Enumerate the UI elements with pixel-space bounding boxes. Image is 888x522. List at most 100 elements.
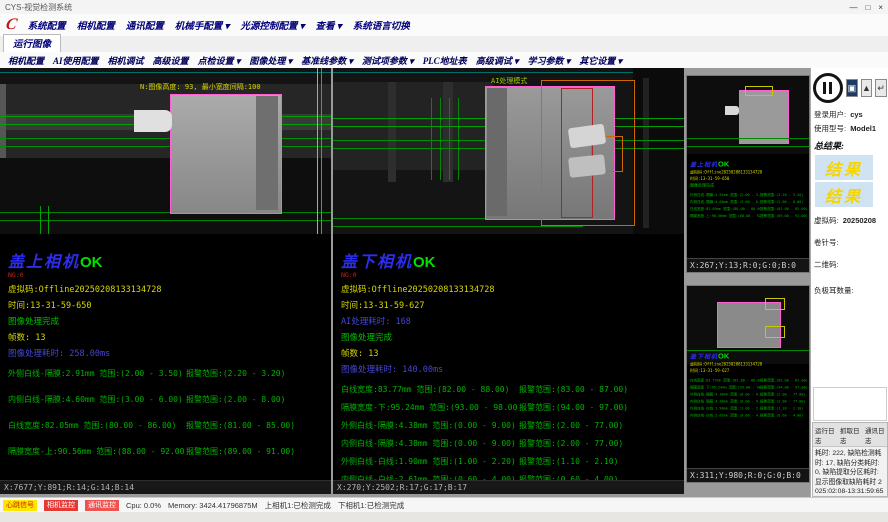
ruler-line-yellow — [317, 68, 318, 234]
pause-icon[interactable] — [813, 73, 843, 103]
alarm-range: 报警范围:(81.00 - 85.00) — [186, 420, 295, 431]
maximize-button[interactable]: □ — [865, 3, 870, 12]
measurement-row: 外侧白线-白线:1.90mm 范围:(1.00 - 2.20) 报警范围:(1.… — [341, 456, 682, 467]
ruler-mark-yellow — [745, 86, 773, 96]
menu-view[interactable]: 查看 ▾ — [316, 18, 342, 32]
log-tab-comm[interactable]: 通讯日志 — [865, 425, 885, 445]
cell-shade — [487, 88, 507, 216]
roi-red-rect — [561, 88, 593, 218]
measure-label: 内侧白线-隔膜:4.38mm 范围:(0.00 - 9.00) — [690, 399, 760, 404]
virtual-code: 虚拟码:Offline20250208133134728 — [690, 362, 800, 368]
tool-spot-check[interactable]: 点检设置 ▾ — [198, 54, 241, 67]
frame-count: 帧数: 13 — [8, 331, 329, 343]
measurement-row: 内侧白线-隔膜:4.60mm 范围:(3.00 - 6.00) 报警范围:(2.… — [8, 394, 329, 405]
camera-monitor-badge: 相机监控 — [44, 500, 78, 511]
measure-line-vertical — [449, 98, 450, 180]
preview-overlay-bottom: 盖下相机OK 虚拟码:Offline20250208133134728 时间:1… — [690, 352, 800, 420]
model-value: Model1 — [850, 124, 876, 133]
alarm-range: 报警范围:(0.60 - 4.00) — [760, 413, 804, 418]
needle-label: 卷针号: — [814, 238, 839, 247]
measure-line-vertical — [48, 206, 49, 234]
timestamp: 时间:13-31-59-650 — [8, 299, 329, 311]
status-bar: 心跳信号 相机监控 通讯监控 Cpu: 0.0% Memory: 3424.41… — [0, 497, 888, 512]
menu-light-config[interactable]: 光源控制配置 ▾ — [240, 18, 304, 32]
measure-label: 外侧白线-白线:1.90mm 范围:(1.00 - 2.20) — [341, 456, 519, 467]
scene-annotation: N:图像高度: 93, 最小宽度间隔:100 — [140, 82, 261, 92]
menu-bar: C 系统配置 相机配置 通讯配置 机械手配置 ▾ 光源控制配置 ▾ 查看 ▾ 系… — [0, 14, 888, 36]
process-done: 图像处理完成 — [690, 183, 800, 189]
login-user-value: cys — [850, 110, 863, 119]
machine-strut — [388, 82, 396, 182]
sub-label: NG:0 — [341, 271, 682, 279]
window-controls: — □ × — [849, 3, 883, 12]
connector-part — [134, 110, 172, 132]
measurement-row: 外侧白线-隔膜:4.38mm 范围:(0.00 - 9.00) 报警范围:(2.… — [341, 420, 682, 431]
process-done: 图像处理完成 — [341, 331, 682, 343]
arrow-up-icon[interactable]: ▲ — [861, 79, 873, 97]
measure-label: 外侧白线-隔膜:2.91mm 范围:(2.00 - 3.50) — [690, 193, 760, 198]
camera-view-bottom[interactable]: AI处理模式 盖下相机OK NG:0 虚拟码:Offline2025020813… — [333, 68, 684, 494]
log-tab-grab[interactable]: 抓取日志 — [840, 425, 860, 445]
ruler-mark-yellow — [765, 326, 785, 338]
measure-line — [333, 226, 583, 227]
pixel-coordinate-bar: X:7677;Y:891;R:14;G:14;B:14 — [0, 480, 331, 494]
menu-system-config[interactable]: 系统配置 — [28, 18, 66, 32]
log-panel: 运行日志 抓取日志 通讯日志 耗时: 222, 缺陷检测耗时: 17, 缺陷分类… — [812, 422, 888, 497]
tool-advanced-settings[interactable]: 高级设置 — [153, 54, 189, 67]
camera-trigger-icon[interactable]: ▣ — [846, 79, 858, 97]
menu-robot-config[interactable]: 机械手配置 ▾ — [175, 18, 230, 32]
preview-thumbnail-bottom[interactable]: 盖下相机OK 虚拟码:Offline20250208133134728 时间:1… — [686, 285, 810, 483]
log-tab-run[interactable]: 运行日志 — [815, 425, 835, 445]
ai-time: AI处理耗时: 168 — [341, 315, 682, 327]
alarm-range: 报警范围:(1.10 - 2.10) — [519, 456, 618, 467]
tool-image-processing[interactable]: 图像处理 ▾ — [249, 54, 292, 67]
tool-test-params[interactable]: 测试项参数 ▾ — [362, 54, 414, 67]
menu-comm-config[interactable]: 通讯配置 — [126, 18, 164, 32]
tool-advanced-debug[interactable]: 高级调试 ▾ — [476, 54, 519, 67]
alarm-range: 报警范围:(2.00 - 8.00) — [760, 200, 804, 205]
measure-label: 白线宽度:82.05mm 范围:(80.00 - 86.00) — [690, 207, 760, 212]
status-ok: OK — [80, 254, 103, 271]
measurement-rows: 白线宽度:83.77mm 范围:(82.00 - 88.00) 报警范围:(83… — [341, 384, 682, 485]
measure-line — [687, 138, 809, 139]
alarm-range: 报警范围:(81.00 - 85.00) — [760, 207, 808, 212]
pixel-coordinate-bar: X:267;Y:13;R:0;G:0;B:0 — [687, 258, 809, 272]
measure-line-vertical — [458, 98, 459, 180]
measure-label: 隔膜宽度-下:95.24mm 范围:(93.00 - 98.00) — [341, 402, 519, 413]
measurement-row: 白线宽度:82.05mm 范围:(80.00 - 86.00) 报警范围:(81… — [8, 420, 329, 431]
preview-thumbnail-top[interactable]: 盖上相机OK 虚拟码:Offline20250208133134728 时间:1… — [686, 75, 810, 273]
tool-ai-config[interactable]: AI使用配置 — [53, 54, 99, 67]
tool-baseline-params[interactable]: 基准线参数 ▾ — [301, 54, 353, 67]
result-badge-bottom: 结果 — [815, 182, 873, 207]
app-logo-icon: C — [4, 16, 18, 34]
minimize-button[interactable]: — — [849, 3, 857, 12]
measure-line — [687, 350, 809, 351]
menu-language-switch[interactable]: 系统语言切换 — [353, 18, 410, 32]
tool-other-settings[interactable]: 其它设置 ▾ — [579, 54, 622, 67]
measure-label: 内侧白线-隔膜:4.60mm 范围:(3.00 - 6.00) — [690, 200, 760, 205]
camera-name: 盖上相机 — [8, 254, 80, 271]
heartbeat-badge: 心跳信号 — [3, 500, 37, 511]
tool-camera-config[interactable]: 相机配置 — [8, 54, 44, 67]
close-button[interactable]: × — [878, 3, 883, 12]
status-ok: OK — [718, 352, 729, 361]
tool-camera-debug[interactable]: 相机调试 — [108, 54, 144, 67]
tool-plc-address[interactable]: PLC地址表 — [423, 54, 467, 67]
return-icon[interactable]: ↵ — [875, 79, 887, 97]
measure-line-vertical — [40, 206, 41, 234]
measure-label: 外侧白线-隔膜:4.38mm 范围:(0.00 - 9.00) — [341, 420, 519, 431]
bottom-camera-status: 下相机1:已检测完成 — [338, 500, 404, 511]
tool-learn-params[interactable]: 学习参数 ▾ — [527, 54, 570, 67]
machine-strut — [443, 82, 453, 182]
status-ok: OK — [718, 160, 729, 169]
alarm-range: 报警范围:(89.00 - 91.00) — [760, 214, 808, 219]
camera-view-top[interactable]: N:图像高度: 93, 最小宽度间隔:100 盖上相机OK NG:0 虚拟码:O… — [0, 68, 331, 494]
menu-camera-config[interactable]: 相机配置 — [77, 18, 115, 32]
measure-label: 内侧白线-隔膜:4.60mm 范围:(3.00 - 6.00) — [8, 394, 186, 405]
camera-title: 盖下相机OK — [341, 248, 682, 272]
measure-label: 隔膜宽度-上:90.56mm 范围:(88.00 - 92.00) — [690, 214, 760, 219]
title-bar: CYS-视觉检测系统 — □ × — [0, 0, 888, 15]
tab-run-image[interactable]: 运行图像 — [3, 34, 61, 52]
alarm-range: 报警范围:(1.10 - 2.10) — [760, 406, 804, 411]
measure-label: 白线宽度:83.77mm 范围:(82.00 - 88.00) — [341, 384, 519, 395]
